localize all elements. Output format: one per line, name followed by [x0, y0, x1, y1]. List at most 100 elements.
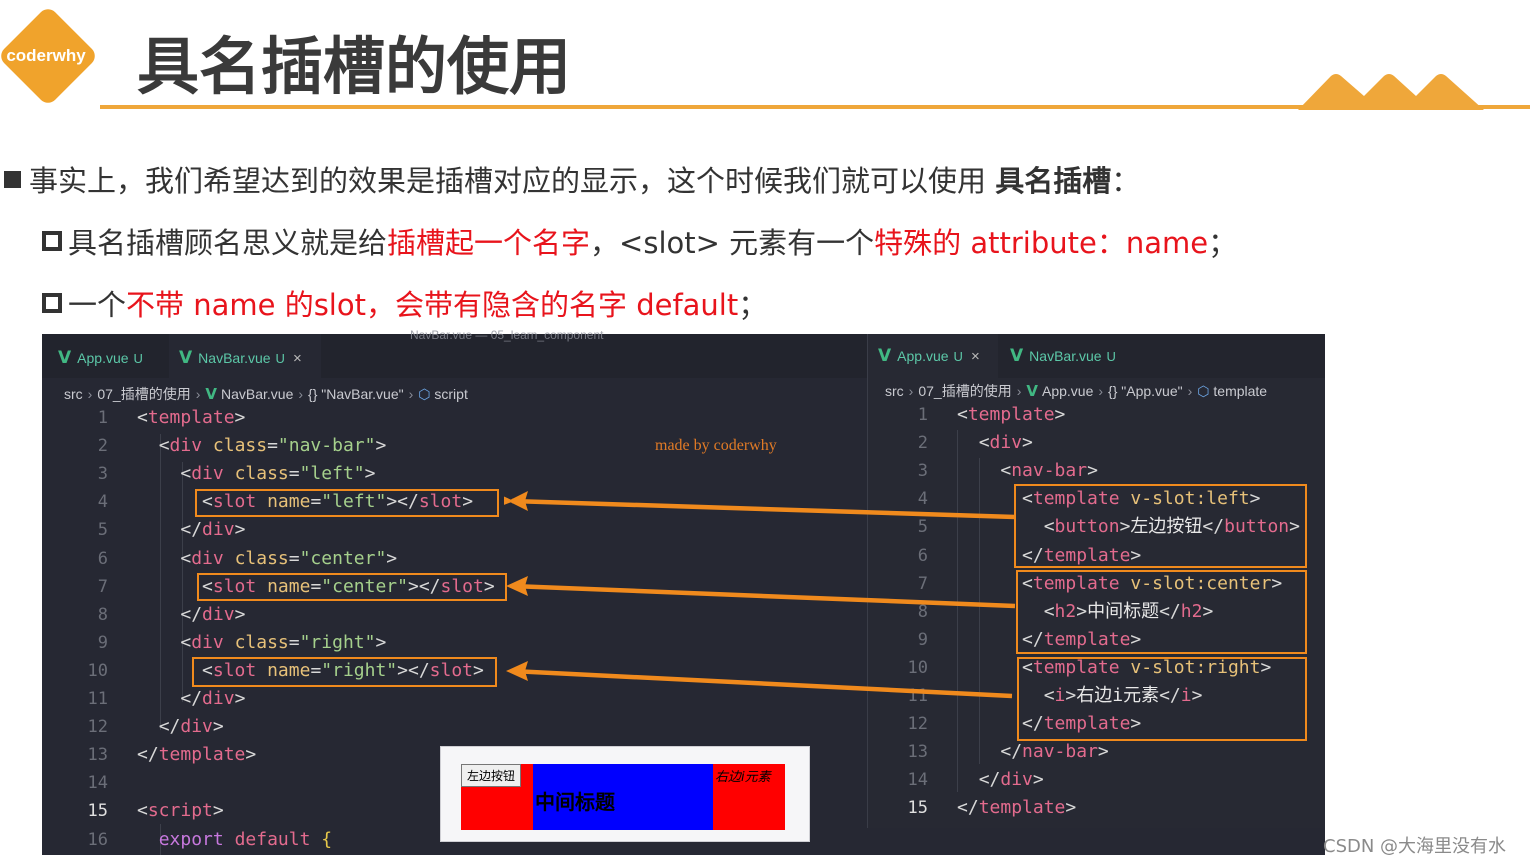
line-number: 14 — [87, 773, 108, 794]
code-line[interactable]: </div> — [137, 685, 245, 713]
code-line[interactable]: <template> — [137, 404, 245, 432]
preview-right-italic: 右边i元素 — [715, 770, 771, 785]
line-number: 16 — [87, 829, 108, 850]
window-title: NavBar.vue — 05_learn_component — [410, 328, 604, 342]
preview-nav-bar: 左边按钮 中间标题 右边i元素 — [461, 764, 785, 830]
line-number: 5 — [917, 517, 928, 538]
bullet-sub-1-tail: ； — [1208, 226, 1238, 260]
line-number: 2 — [917, 433, 928, 454]
filled-square-bullet-icon — [4, 171, 21, 188]
template-left-highlight — [1014, 484, 1307, 568]
breadcrumb-item[interactable]: {} "NavBar.vue" — [308, 386, 404, 402]
vue-file-icon: V — [1010, 346, 1024, 366]
line-number: 15 — [907, 798, 928, 819]
tab-app-vue[interactable]: V App.vue U — [58, 348, 143, 368]
breadcrumb-item[interactable]: src — [885, 383, 904, 399]
tab-navbar-vue[interactable]: V NavBar.vue U — [1010, 346, 1116, 366]
code-line[interactable]: </template> — [137, 741, 256, 769]
tab-label: NavBar.vue — [198, 350, 271, 366]
breadcrumb-item[interactable]: template — [1213, 383, 1267, 399]
hollow-square-bullet-icon — [42, 293, 62, 313]
chevron-right-icon: › — [1187, 383, 1193, 399]
chevron-right-icon: › — [908, 383, 914, 399]
hollow-square-bullet-icon — [42, 231, 62, 251]
close-tab-icon[interactable]: × — [293, 350, 302, 367]
preview-center-region: 中间标题 — [533, 764, 713, 830]
breadcrumb-item[interactable]: src — [64, 386, 83, 402]
logo-text: coderwhy — [6, 46, 86, 65]
template-right-highlight — [1017, 657, 1307, 741]
bullet-sub-1-text-2: ，<slot> 元素有一个 — [590, 226, 875, 260]
breadcrumb-item[interactable]: script — [434, 386, 467, 402]
tab-app-vue[interactable]: V App.vue U × — [868, 334, 998, 378]
code-line[interactable]: <template> — [957, 401, 1065, 429]
tab-status: U — [1106, 349, 1116, 364]
line-number: 13 — [87, 745, 108, 766]
close-tab-icon[interactable]: × — [971, 348, 980, 365]
code-line[interactable]: </div> — [137, 713, 224, 741]
line-number: 11 — [907, 686, 928, 706]
preview-right-region: 右边i元素 — [713, 764, 785, 830]
line-number: 13 — [907, 742, 928, 763]
code-line[interactable]: </template> — [957, 794, 1076, 822]
line-number: 10 — [87, 660, 108, 681]
line-number: 6 — [97, 548, 108, 569]
chevron-right-icon: › — [1098, 383, 1104, 399]
coderwhy-logo: coderwhy — [0, 5, 99, 107]
line-number: 4 — [917, 489, 928, 510]
code-line[interactable]: <script> — [137, 797, 224, 825]
vue-file-icon: V — [205, 385, 217, 403]
chevron-right-icon: › — [1016, 383, 1022, 399]
code-line[interactable]: <div class="left"> — [137, 460, 375, 488]
bullet-sub-1: 具名插槽顾名思义就是给插槽起一个名字，<slot> 元素有一个特殊的 attri… — [42, 220, 1237, 262]
bullet-sub-1-highlight-2: 特殊的 attribute：name — [874, 226, 1209, 260]
tab-status: U — [953, 349, 963, 364]
line-number: 6 — [917, 545, 928, 566]
code-line[interactable]: <div> — [957, 429, 1033, 457]
line-number: 11 — [87, 689, 108, 709]
code-line[interactable]: export default { — [137, 826, 332, 854]
bullet-sub-2-text: 一个 — [68, 288, 127, 322]
made-by-watermark: made by coderwhy — [655, 437, 777, 454]
line-number: 4 — [97, 492, 108, 513]
bullet-sub-1-text: 具名插槽顾名思义就是给 — [68, 226, 388, 260]
code-line[interactable]: </div> — [957, 766, 1044, 794]
vue-file-icon: V — [1026, 382, 1038, 400]
bullet-main-tail: ： — [1111, 164, 1141, 198]
breadcrumb-item[interactable]: NavBar.vue — [221, 386, 293, 402]
line-number: 12 — [87, 717, 108, 738]
bullet-sub-2-tail: ； — [738, 288, 768, 322]
breadcrumb-item[interactable]: 07_插槽的使用 — [97, 386, 190, 402]
editor-tab-bar: V App.vue U × V NavBar.vue U — [868, 334, 1325, 378]
chevron-right-icon: › — [87, 386, 93, 402]
code-line[interactable]: <div class="center"> — [137, 545, 397, 573]
rendered-preview: 左边按钮 中间标题 右边i元素 — [440, 746, 810, 842]
chevron-right-icon: › — [195, 386, 201, 402]
code-line[interactable]: </div> — [137, 516, 245, 544]
line-number: 9 — [917, 629, 928, 650]
tab-navbar-vue[interactable]: V NavBar.vue U × — [169, 334, 321, 378]
tab-status: U — [275, 351, 285, 366]
mountains-decoration-icon — [1298, 74, 1484, 110]
line-number: 8 — [97, 604, 108, 625]
chevron-right-icon: › — [298, 386, 304, 402]
bullet-main-text: 事实上，我们希望达到的效果是插槽对应的显示，这个时候我们就可以使用 — [29, 164, 996, 198]
breadcrumb-item[interactable]: 07_插槽的使用 — [918, 383, 1011, 399]
code-line[interactable]: <div class="nav-bar"> — [137, 432, 387, 460]
line-number: 2 — [97, 436, 108, 457]
code-line[interactable]: </nav-bar> — [957, 738, 1108, 766]
code-line[interactable]: </div> — [137, 601, 245, 629]
preview-left-region: 左边按钮 — [461, 764, 533, 830]
cube-symbol-icon: ⬡ — [1197, 383, 1214, 399]
breadcrumb: src › 07_插槽的使用 › V NavBar.vue ›{} "NavBar.vue"… — [64, 384, 468, 404]
line-number: 1 — [97, 408, 108, 428]
line-number: 7 — [97, 576, 108, 597]
code-line[interactable]: <div class="right"> — [137, 629, 386, 657]
preview-left-button[interactable]: 左边按钮 — [461, 764, 522, 787]
breadcrumb-item[interactable]: {} "App.vue" — [1108, 383, 1183, 399]
slot-right-highlight — [192, 657, 497, 687]
cube-symbol-icon: ⬡ — [418, 386, 435, 402]
code-line[interactable]: <nav-bar> — [957, 457, 1098, 485]
app-editor-panel: V App.vue U × V NavBar.vue U src › 07_插槽的使用 › V Ap… — [867, 334, 1325, 828]
breadcrumb-item[interactable]: App.vue — [1042, 383, 1093, 399]
